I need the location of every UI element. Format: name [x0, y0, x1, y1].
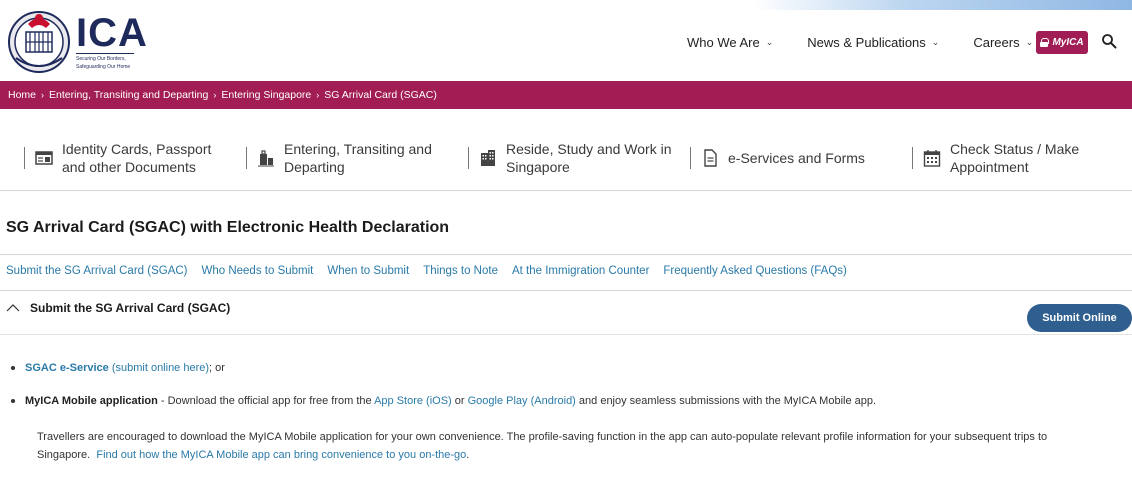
category-divider [690, 147, 691, 169]
category-eservices-forms[interactable]: e-Services and Forms [690, 147, 865, 169]
anchor-link-things-to-note[interactable]: Things to Note [423, 265, 498, 277]
ica-logo[interactable]: ICA Securing Our Borders, Safeguarding O… [6, 8, 148, 74]
breadcrumb-separator-icon: › [316, 90, 320, 100]
logo-tagline-2: Safeguarding Our Home [76, 63, 131, 70]
breadcrumb-separator-icon: › [213, 90, 217, 100]
list-item: MyICA Mobile application - Download the … [11, 395, 876, 407]
category-line1: Identity Cards, Passport [62, 141, 212, 157]
chevron-up-icon [6, 304, 20, 312]
category-entering-transiting[interactable]: Entering, Transiting and Departing [246, 140, 432, 176]
luggage-icon [258, 150, 274, 167]
divider [0, 334, 1132, 335]
bullet-icon [11, 366, 15, 371]
chevron-down-icon: ⌄ [931, 37, 940, 47]
category-line1: Check Status / Make [950, 141, 1080, 157]
category-line2: Appointment [950, 159, 1029, 175]
chevron-down-icon: ⌄ [765, 37, 774, 47]
category-line1: e-Services and Forms [728, 150, 865, 166]
chevron-down-icon: ⌄ [1025, 37, 1034, 47]
myica-login-button[interactable]: MyICA [1036, 31, 1088, 54]
anchor-links: Submit the SG Arrival Card (SGAC) Who Ne… [6, 265, 861, 277]
id-card-icon [35, 151, 53, 165]
category-check-status-label: Check Status / Make Appointment [950, 140, 1079, 176]
lock-icon [1040, 38, 1050, 47]
breadcrumb-home[interactable]: Home [8, 89, 36, 101]
category-identity-cards[interactable]: Identity Cards, Passport and other Docum… [24, 140, 211, 176]
category-reside-study-work[interactable]: Reside, Study and Work in Singapore [468, 140, 672, 176]
list-item-text: or [451, 395, 468, 407]
breadcrumb-separator-icon: › [41, 90, 45, 100]
category-divider [468, 147, 469, 169]
divider [0, 290, 1132, 291]
category-check-status[interactable]: Check Status / Make Appointment [912, 140, 1079, 176]
sgac-eservice-link[interactable]: SGAC e-Service [25, 362, 109, 374]
app-store-link[interactable]: App Store (iOS) [374, 395, 452, 407]
breadcrumb-entering-transiting[interactable]: Entering, Transiting and Departing [49, 89, 208, 101]
category-divider [912, 147, 913, 169]
category-line1: Entering, Transiting and [284, 141, 432, 157]
accordion-header-submit[interactable]: Submit the SG Arrival Card (SGAC) [6, 301, 230, 315]
ica-crest-icon [8, 11, 70, 73]
nav-who-we-are[interactable]: Who We Are ⌄ [687, 35, 773, 50]
myica-app-label: MyICA Mobile application [25, 395, 158, 407]
logo-tagline-1: Securing Our Borders, [76, 55, 126, 62]
category-navigation: Identity Cards, Passport and other Docum… [0, 109, 1132, 191]
site-header: ICA Securing Our Borders, Safeguarding O… [0, 0, 1132, 81]
category-divider [246, 147, 247, 169]
category-line1: Reside, Study and Work in [506, 141, 672, 157]
submit-online-here-link[interactable]: (submit online here) [112, 362, 209, 374]
category-eservices-forms-label: e-Services and Forms [728, 149, 865, 167]
category-divider [24, 147, 25, 169]
breadcrumb-entering-singapore[interactable]: Entering Singapore [221, 89, 311, 101]
category-line2: Departing [284, 159, 345, 175]
nav-news-publications-label: News & Publications [807, 35, 926, 50]
divider [0, 254, 1132, 255]
top-navigation: Who We Are ⌄ News & Publications ⌄ Caree… [687, 35, 1067, 50]
category-entering-transiting-label: Entering, Transiting and Departing [284, 140, 432, 176]
accordion-heading: Submit the SG Arrival Card (SGAC) [30, 301, 231, 315]
category-line2: and other Documents [62, 159, 196, 175]
anchor-link-who-needs[interactable]: Who Needs to Submit [202, 265, 314, 277]
bullet-icon [11, 399, 15, 404]
building-icon [481, 150, 495, 166]
anchor-link-faqs[interactable]: Frequently Asked Questions (FAQs) [663, 265, 846, 277]
breadcrumb-current: SG Arrival Card (SGAC) [324, 89, 437, 101]
paragraph-tail: . [466, 449, 470, 461]
google-play-link[interactable]: Google Play (Android) [468, 395, 576, 407]
document-icon [704, 149, 717, 167]
list-item-text: and enjoy seamless submissions with the … [575, 395, 877, 407]
anchor-link-when[interactable]: When to Submit [327, 265, 409, 277]
calendar-icon [923, 150, 941, 167]
logo-text-block: ICA Securing Our Borders, Safeguarding O… [76, 13, 148, 70]
list-item-tail: ; or [209, 362, 225, 374]
breadcrumb: Home › Entering, Transiting and Departin… [0, 81, 1132, 109]
category-line2: Singapore [506, 159, 570, 175]
logo-wordmark: ICA [76, 10, 148, 55]
nav-careers-label: Careers [973, 35, 1020, 50]
submit-online-button[interactable]: Submit Online [1027, 304, 1132, 332]
nav-careers[interactable]: Careers ⌄ [973, 35, 1033, 50]
category-identity-cards-label: Identity Cards, Passport and other Docum… [62, 140, 211, 176]
list-item-text: - Download the official app for free fro… [157, 395, 375, 407]
page-title: SG Arrival Card (SGAC) with Electronic H… [6, 219, 450, 236]
search-icon[interactable] [1101, 33, 1117, 49]
myica-label: MyICA [1052, 37, 1084, 48]
category-reside-study-work-label: Reside, Study and Work in Singapore [506, 140, 672, 176]
nav-news-publications[interactable]: News & Publications ⌄ [807, 35, 939, 50]
info-paragraph: Travellers are encouraged to download th… [37, 428, 1097, 464]
nav-who-we-are-label: Who We Are [687, 35, 760, 50]
anchor-link-immigration-counter[interactable]: At the Immigration Counter [512, 265, 649, 277]
myica-convenience-link[interactable]: Find out how the MyICA Mobile app can br… [96, 449, 466, 461]
anchor-link-submit[interactable]: Submit the SG Arrival Card (SGAC) [6, 265, 188, 277]
list-item: SGAC e-Service (submit online here); or [11, 362, 225, 374]
